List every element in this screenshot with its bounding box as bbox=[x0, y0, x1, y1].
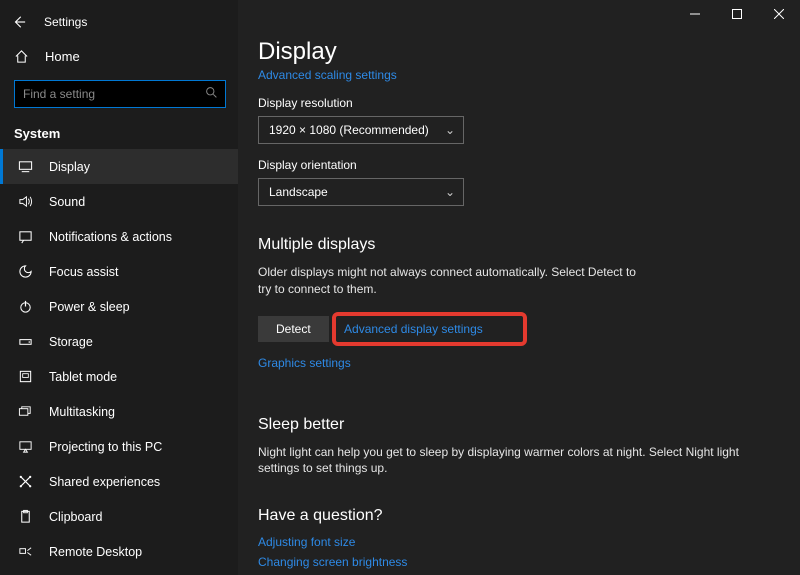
sleep-better-body: Night light can help you get to sleep by… bbox=[258, 444, 778, 478]
window-controls bbox=[674, 0, 800, 28]
display-icon bbox=[17, 159, 33, 174]
multiple-displays-body: Older displays might not always connect … bbox=[258, 264, 638, 298]
resolution-select[interactable]: 1920 × 1080 (Recommended) ⌄ bbox=[258, 116, 464, 144]
close-icon bbox=[774, 9, 784, 19]
sidebar-item-sound[interactable]: Sound bbox=[0, 184, 238, 219]
advanced-display-link[interactable]: Advanced display settings bbox=[344, 322, 483, 336]
sidebar-item-display[interactable]: Display bbox=[0, 149, 238, 184]
sidebar-item-label: Power & sleep bbox=[49, 300, 130, 314]
detect-button[interactable]: Detect bbox=[258, 316, 329, 342]
sidebar-item-label: Shared experiences bbox=[49, 475, 160, 489]
minimize-icon bbox=[690, 9, 700, 19]
titlebar-left: Settings bbox=[0, 6, 238, 38]
sidebar-item-projecting[interactable]: Projecting to this PC bbox=[0, 429, 238, 464]
sidebar-item-label: Multitasking bbox=[49, 405, 115, 419]
question-header: Have a question? bbox=[258, 507, 780, 525]
remote-desktop-icon bbox=[17, 544, 33, 559]
close-button[interactable] bbox=[758, 0, 800, 28]
sidebar: Settings Home System Display Sound Notif… bbox=[0, 0, 238, 575]
sidebar-group-label: System bbox=[0, 116, 238, 149]
graphics-settings-link[interactable]: Graphics settings bbox=[258, 356, 780, 370]
search-wrap bbox=[14, 80, 226, 108]
tablet-icon bbox=[17, 369, 33, 384]
sound-icon bbox=[17, 194, 33, 209]
maximize-button[interactable] bbox=[716, 0, 758, 28]
app-title: Settings bbox=[44, 15, 87, 29]
focus-assist-icon bbox=[17, 264, 33, 279]
sidebar-item-focus-assist[interactable]: Focus assist bbox=[0, 254, 238, 289]
search-input[interactable] bbox=[14, 80, 226, 108]
home-button[interactable]: Home bbox=[0, 38, 238, 74]
storage-icon bbox=[17, 334, 33, 349]
help-link-brightness[interactable]: Changing screen brightness bbox=[258, 555, 780, 569]
help-link-font-size[interactable]: Adjusting font size bbox=[258, 535, 780, 549]
sidebar-item-label: Display bbox=[49, 160, 90, 174]
minimize-button[interactable] bbox=[674, 0, 716, 28]
shared-icon bbox=[17, 474, 33, 489]
power-icon bbox=[17, 299, 33, 314]
chevron-down-icon: ⌄ bbox=[445, 185, 455, 199]
orientation-label: Display orientation bbox=[258, 158, 780, 172]
sidebar-item-multitasking[interactable]: Multitasking bbox=[0, 394, 238, 429]
main-content: Display Advanced scaling settings Displa… bbox=[238, 0, 800, 575]
sidebar-item-remote-desktop[interactable]: Remote Desktop bbox=[0, 534, 238, 569]
home-icon bbox=[14, 49, 29, 64]
maximize-icon bbox=[732, 9, 742, 19]
back-arrow-icon bbox=[12, 15, 26, 29]
sleep-better-header: Sleep better bbox=[258, 416, 780, 434]
sidebar-item-label: Sound bbox=[49, 195, 85, 209]
multitasking-icon bbox=[17, 404, 33, 419]
projecting-icon bbox=[17, 439, 33, 454]
clipboard-icon bbox=[17, 509, 33, 524]
chevron-down-icon: ⌄ bbox=[445, 123, 455, 137]
sidebar-item-label: Projecting to this PC bbox=[49, 440, 162, 454]
back-button[interactable] bbox=[6, 9, 32, 35]
multiple-displays-header: Multiple displays bbox=[258, 236, 780, 254]
sidebar-item-label: Focus assist bbox=[49, 265, 118, 279]
notifications-icon bbox=[17, 229, 33, 244]
sidebar-item-label: Remote Desktop bbox=[49, 545, 142, 559]
sidebar-item-storage[interactable]: Storage bbox=[0, 324, 238, 359]
sidebar-item-label: Notifications & actions bbox=[49, 230, 172, 244]
sidebar-item-tablet-mode[interactable]: Tablet mode bbox=[0, 359, 238, 394]
sidebar-item-notifications[interactable]: Notifications & actions bbox=[0, 219, 238, 254]
page-title: Display bbox=[258, 38, 780, 66]
sidebar-item-label: Tablet mode bbox=[49, 370, 117, 384]
highlight-advanced-display: Advanced display settings bbox=[332, 312, 527, 346]
advanced-scaling-link[interactable]: Advanced scaling settings bbox=[258, 68, 397, 82]
sidebar-item-power-sleep[interactable]: Power & sleep bbox=[0, 289, 238, 324]
sidebar-item-label: Clipboard bbox=[49, 510, 103, 524]
home-label: Home bbox=[45, 49, 80, 64]
sidebar-item-label: Storage bbox=[49, 335, 93, 349]
resolution-value: 1920 × 1080 (Recommended) bbox=[269, 123, 429, 137]
orientation-value: Landscape bbox=[269, 185, 328, 199]
resolution-label: Display resolution bbox=[258, 96, 780, 110]
sidebar-item-clipboard[interactable]: Clipboard bbox=[0, 499, 238, 534]
orientation-select[interactable]: Landscape ⌄ bbox=[258, 178, 464, 206]
sidebar-item-shared-experiences[interactable]: Shared experiences bbox=[0, 464, 238, 499]
